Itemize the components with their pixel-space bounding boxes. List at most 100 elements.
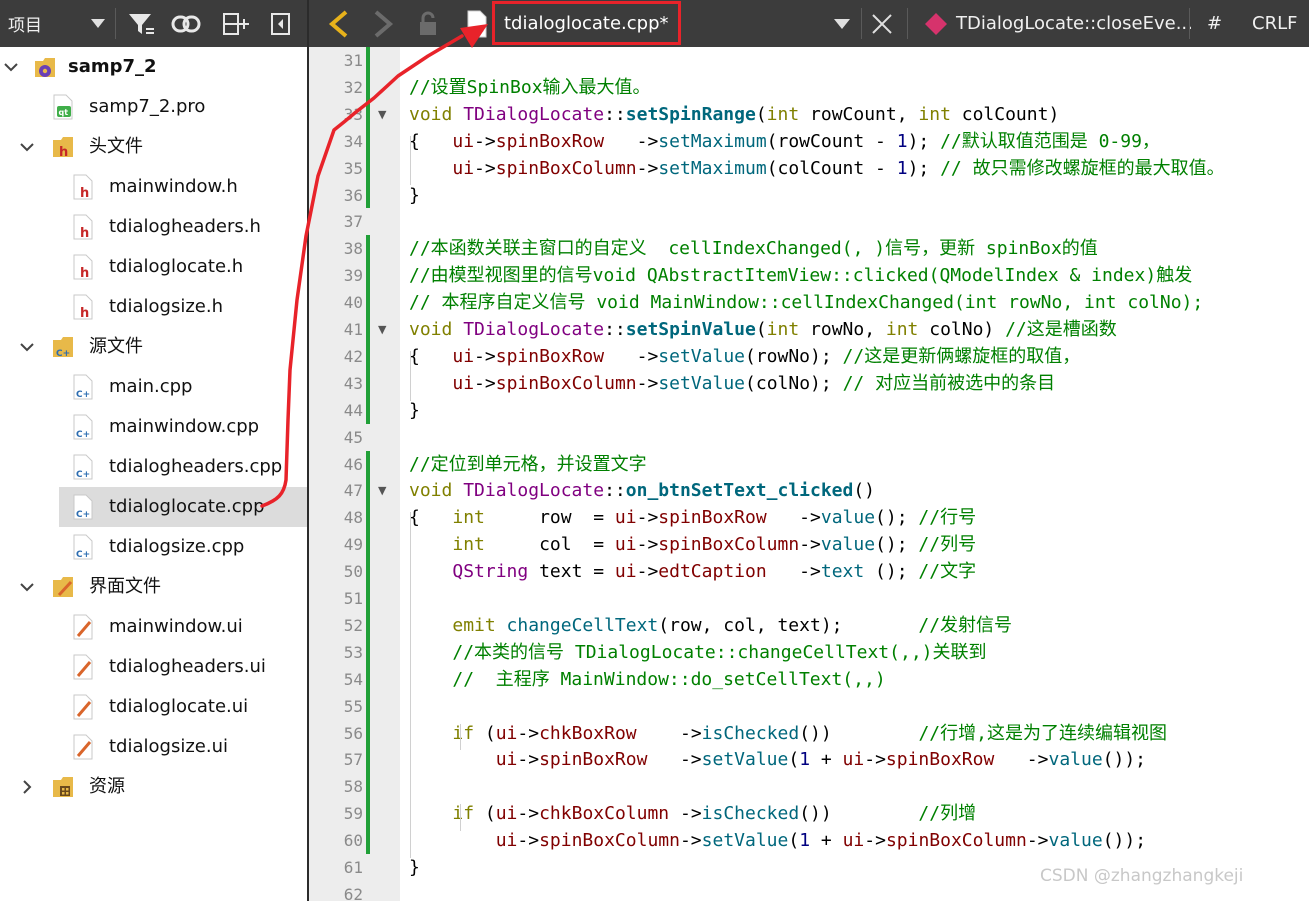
line-number: 49: [343, 535, 363, 555]
line-number: 56: [343, 723, 363, 743]
svg-text:C+: C+: [76, 390, 90, 400]
fold-marker-icon[interactable]: ▼: [378, 316, 386, 344]
line-number: 55: [343, 696, 363, 716]
line-number: 57: [343, 750, 363, 770]
code-line: ui->spinBoxColumn->setMaximum(colCount -…: [452, 157, 1225, 179]
code-line: if (ui->chkBoxColumn ->isChecked()) //列增: [452, 803, 977, 825]
function-selector[interactable]: TDialogLocate::closeEve...: [956, 0, 1193, 47]
line-number: 52: [343, 615, 363, 635]
split-add-icon[interactable]: [218, 0, 254, 47]
ui-file-icon: [70, 653, 96, 681]
tree-item[interactable]: h tdialogsize.h: [0, 287, 307, 327]
tree-item[interactable]: 界面文件: [0, 567, 307, 607]
tree-item[interactable]: samp7_2: [0, 47, 307, 87]
line-number: 45: [343, 427, 363, 447]
tree-item[interactable]: mainwindow.ui: [0, 607, 307, 647]
tree-item[interactable]: C+ tdialogsize.cpp: [0, 527, 307, 567]
line-number: 53: [343, 642, 363, 662]
filter-icon[interactable]: [124, 0, 158, 47]
code-line: //由模型视图里的信号void QAbstractItemView::click…: [409, 265, 1193, 287]
line-ending-selector[interactable]: CRLF: [1252, 0, 1297, 47]
change-marker: [366, 450, 370, 854]
svg-text:h: h: [59, 145, 68, 160]
tree-item[interactable]: C+ 源文件: [0, 327, 307, 367]
svg-text:h: h: [80, 186, 89, 201]
code-line: ui->spinBoxColumn->setValue(1 + ui->spin…: [495, 830, 1147, 852]
tree-item[interactable]: C+ mainwindow.cpp: [0, 407, 307, 447]
tree-item[interactable]: tdialogsize.ui: [0, 727, 307, 767]
encoding-hash-button[interactable]: #: [1207, 0, 1222, 47]
line-number: 54: [343, 669, 363, 689]
svg-text:C+: C+: [76, 470, 90, 480]
tree-item[interactable]: C+ main.cpp: [0, 367, 307, 407]
project-view-label: 项目: [8, 16, 42, 36]
chevron-down-icon[interactable]: [2, 47, 20, 87]
header-folder-icon: h: [50, 133, 76, 161]
close-document-icon[interactable]: [867, 0, 897, 47]
indent-guide: [410, 135, 411, 186]
cpp-file-icon: C+: [70, 533, 96, 561]
navigate-back-icon[interactable]: [323, 0, 355, 47]
tree-item-label: samp7_2: [68, 56, 157, 77]
view-dropdown-icon[interactable]: [88, 0, 108, 47]
line-number: 41: [343, 320, 363, 339]
unlocked-icon[interactable]: [413, 0, 443, 47]
line-number: 50: [343, 562, 363, 582]
code-line: emit changeCellText(row, col, text); //发…: [452, 614, 1013, 636]
line-number: 32: [343, 77, 363, 97]
fold-marker-icon[interactable]: ▼: [378, 477, 386, 505]
chevron-down-icon[interactable]: [18, 567, 36, 607]
tree-item[interactable]: tdialogheaders.ui: [0, 647, 307, 687]
code-line: }: [409, 399, 420, 421]
code-line: { int row = ui->spinBoxRow ->value(); //…: [409, 507, 977, 529]
tree-item[interactable]: 资源: [0, 767, 307, 807]
indent-guide: [460, 804, 461, 832]
tree-item[interactable]: h 头文件: [0, 127, 307, 167]
ui-file-icon: [70, 733, 96, 761]
line-number: 35: [343, 158, 363, 178]
tree-item[interactable]: C+ tdialoglocate.cpp: [59, 487, 307, 527]
link-icon[interactable]: [168, 0, 204, 47]
project-view-selector[interactable]: 项目: [8, 0, 42, 47]
tree-item[interactable]: h mainwindow.h: [0, 167, 307, 207]
line-number: 34: [343, 131, 363, 151]
chevron-down-icon[interactable]: [18, 127, 36, 167]
line-number: 38: [343, 239, 363, 259]
ui-file-icon: [70, 693, 96, 721]
tree-item[interactable]: h tdialoglocate.h: [0, 247, 307, 287]
navigate-forward-icon[interactable]: [367, 0, 399, 47]
toolbar-separator: [1189, 8, 1190, 39]
tree-item-label: 资源: [89, 776, 125, 797]
tree-item-label: tdialogheaders.cpp: [109, 456, 283, 477]
tree-item[interactable]: qt samp7_2.pro: [0, 87, 307, 127]
qt-pro-file-icon: qt: [50, 93, 76, 121]
tree-item[interactable]: h tdialogheaders.h: [0, 207, 307, 247]
code-line: }: [409, 184, 420, 206]
code-line: ui->spinBoxColumn->setValue(colNo); // 对…: [452, 372, 1056, 394]
open-documents-dropdown-icon[interactable]: [829, 0, 855, 47]
svg-text:C+: C+: [76, 510, 90, 520]
chevron-down-icon[interactable]: [18, 327, 36, 367]
line-number: 39: [343, 266, 363, 286]
svg-text:h: h: [80, 266, 89, 281]
watermark: CSDN @zhangzhangkeji: [1040, 866, 1244, 886]
cpp-file-icon: C+: [70, 373, 96, 401]
tree-item[interactable]: tdialoglocate.ui: [0, 687, 307, 727]
svg-text:h: h: [80, 306, 89, 321]
tree-item[interactable]: C+ tdialogheaders.cpp: [0, 447, 307, 487]
code-line: { ui->spinBoxRow ->setValue(rowNo); //这是…: [409, 345, 1081, 367]
code-line: // 本程序自定义信号 void MainWindow::cellIndexCh…: [409, 292, 1204, 314]
code-line: //本类的信号 TDialogLocate::changeCellText(,,…: [452, 641, 987, 663]
chevron-right-icon[interactable]: [18, 767, 36, 807]
close-sidebar-icon[interactable]: [266, 0, 296, 47]
line-number: 44: [343, 400, 363, 420]
tree-item-label: tdialoglocate.cpp: [109, 496, 265, 517]
code-line: ui->spinBoxRow ->setValue(1 + ui->spinBo…: [495, 749, 1147, 771]
line-number: 59: [343, 804, 363, 824]
svg-text:C+: C+: [470, 27, 484, 37]
header-file-icon: h: [70, 293, 96, 321]
code-line: QString text = ui->edtCaption ->text ();…: [452, 561, 977, 583]
tree-item-label: tdialogheaders.ui: [109, 656, 266, 677]
fold-marker-icon[interactable]: ▼: [378, 101, 386, 129]
change-marker: [366, 235, 370, 424]
